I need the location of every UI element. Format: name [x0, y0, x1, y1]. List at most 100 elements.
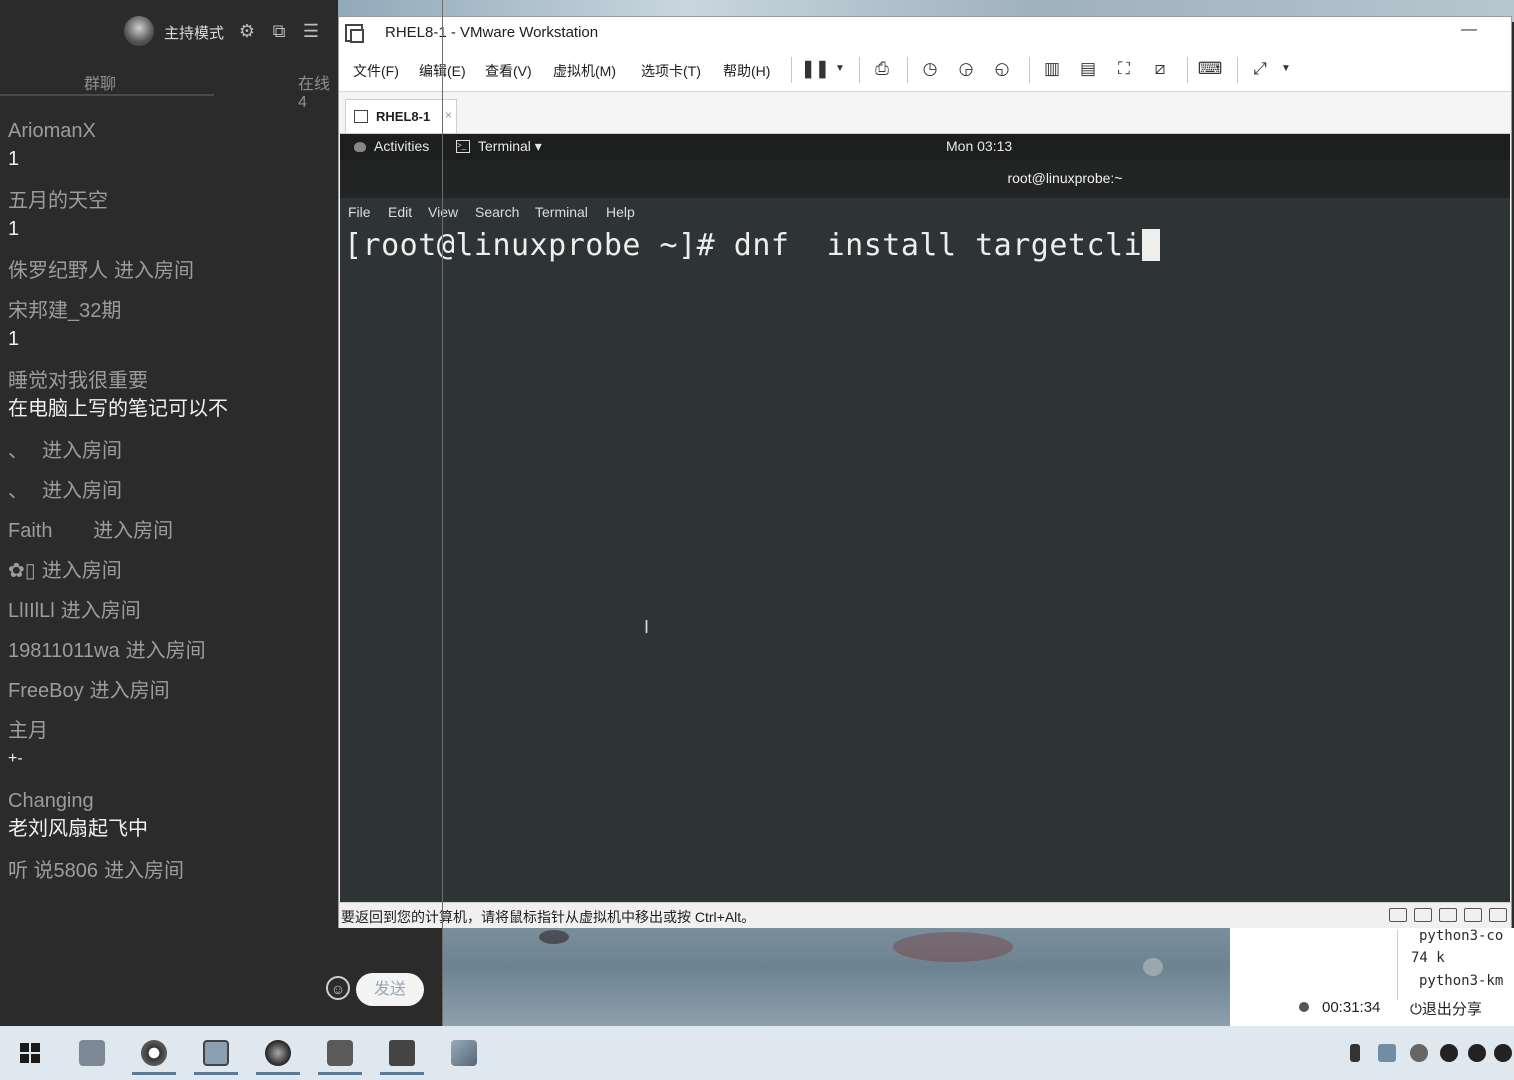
qq-icon[interactable] — [1468, 1044, 1486, 1062]
taskbar-app[interactable] — [312, 1031, 368, 1075]
menu-search[interactable]: Search — [475, 204, 519, 220]
snapshot-icon[interactable]: ◷ — [917, 57, 943, 81]
chat-tabs: 群聊 在线4 — [0, 62, 338, 111]
start-button[interactable] — [2, 1031, 58, 1075]
pause-icon[interactable]: ❚❚ — [801, 57, 830, 81]
chevron-down-icon[interactable]: ▼ — [827, 57, 853, 81]
menu-icon[interactable]: ☰ — [300, 20, 322, 42]
menu-tabs[interactable]: 选项卡(T) — [641, 61, 701, 81]
list-item: Changing 老刘风扇起飞中 — [8, 788, 328, 844]
sidebar-toggle-icon[interactable]: ▥ — [1039, 57, 1065, 81]
snapshot-manager-icon[interactable]: ◵ — [989, 57, 1015, 81]
clock[interactable]: Mon 03:13 — [946, 138, 1012, 154]
list-item: 、进入房间 — [8, 478, 328, 504]
menu-file[interactable]: 文件(F) — [353, 61, 399, 81]
menu-terminal[interactable]: Terminal — [535, 204, 588, 220]
unity-icon[interactable]: ⧄ — [1147, 57, 1173, 81]
mouse-ibeam-icon: I — [644, 617, 650, 637]
taskbar-chrome[interactable] — [126, 1031, 182, 1075]
taskbar-vmware[interactable] — [188, 1031, 244, 1075]
fullscreen-icon[interactable]: ⛶ — [1111, 57, 1137, 81]
list-item: 听 说5806 进入房间 — [8, 858, 328, 884]
message-text: 在电脑上写的笔记可以不 — [8, 398, 228, 420]
sender-name: Changing — [8, 790, 94, 812]
guest-screen[interactable]: Activities >_ Terminal ▾ Mon 03:13 root@… — [340, 134, 1510, 902]
thumbnail-bar-icon[interactable]: ▤ — [1075, 57, 1101, 81]
menu-help[interactable]: Help — [606, 204, 635, 220]
exit-share-button[interactable]: ⏻退出分享 — [1410, 998, 1482, 1019]
close-icon[interactable]: × — [445, 108, 452, 122]
usb-icon[interactable] — [1464, 908, 1482, 922]
settings-icon[interactable]: ⚙ — [236, 20, 258, 42]
qq-icon[interactable] — [1410, 1044, 1428, 1062]
menu-vm[interactable]: 虚拟机(M) — [553, 61, 616, 81]
network-icon[interactable] — [1439, 908, 1457, 922]
sender-name: 五月的天空 — [8, 190, 108, 212]
minimize-icon[interactable]: — — [1461, 21, 1477, 39]
windows-icon — [20, 1043, 40, 1063]
sender-name: 侏罗纪野人 — [8, 260, 108, 282]
list-item: 五月的天空 1 — [8, 188, 328, 244]
send-keys-icon[interactable]: ⎙ — [869, 57, 895, 81]
menubar: 文件(F) 编辑(E) 查看(V) 虚拟机(M) 选项卡(T) 帮助(H) ❚❚… — [339, 49, 1511, 92]
taskbar-app[interactable] — [436, 1031, 492, 1075]
menu-edit[interactable]: Edit — [388, 204, 412, 220]
divider — [1397, 930, 1398, 1000]
taskbar-app[interactable] — [250, 1031, 306, 1075]
package-line: 74 k — [1411, 950, 1445, 966]
vmware-logo-icon — [345, 24, 364, 43]
text-cursor — [1142, 229, 1161, 261]
join-notice: 进入房间 — [125, 640, 206, 662]
vm-tab-strip: RHEL8-1 × — [339, 93, 1511, 134]
cdrom-icon[interactable] — [1414, 908, 1432, 922]
menu-file[interactable]: File — [348, 204, 371, 220]
revert-snapshot-icon[interactable]: ◶ — [953, 57, 979, 81]
terminal-app-menu[interactable]: Terminal ▾ — [478, 138, 542, 155]
message-text: 1 — [8, 148, 20, 170]
recording-icon — [1299, 1002, 1309, 1012]
tab-online[interactable]: 在线4 — [298, 70, 338, 112]
join-notice: 进入房间 — [60, 600, 141, 622]
host-mode-label[interactable]: 主持模式 — [164, 22, 224, 43]
menu-help[interactable]: 帮助(H) — [723, 61, 770, 81]
vm-icon — [354, 110, 368, 123]
stretch-icon[interactable]: ⤢ — [1247, 57, 1273, 81]
taskbar-app[interactable] — [374, 1031, 430, 1075]
chevron-down-icon[interactable]: ▼ — [1273, 57, 1299, 81]
external-link-icon[interactable]: ⧉ — [268, 20, 290, 42]
menu-view[interactable]: View — [428, 204, 458, 220]
tab-group-chat[interactable]: 群聊 — [84, 70, 116, 94]
avatar[interactable] — [124, 16, 154, 46]
tab-rhel8-1[interactable]: RHEL8-1 × — [345, 99, 457, 133]
sender-name: 宋邦建_32期 — [8, 300, 122, 322]
package-line: python3-km — [1419, 973, 1504, 989]
message-text: 1 — [8, 328, 20, 350]
send-button[interactable]: 发送 — [356, 973, 424, 1006]
terminal-icon: >_ — [456, 140, 470, 153]
activities-button[interactable]: Activities — [374, 138, 429, 154]
sound-icon[interactable] — [1489, 908, 1507, 922]
media-icon — [265, 1040, 291, 1066]
sender-name: AriomanX — [8, 120, 96, 142]
share-timer: 00:31:34 — [1322, 999, 1381, 1016]
folder-icon — [79, 1040, 105, 1066]
microphone-icon[interactable] — [1350, 1044, 1360, 1062]
window-titlebar: RHEL8-1 - VMware Workstation — — [339, 17, 1511, 49]
terminal-body[interactable]: [root@linuxprobe ~]# dnf install targetc… — [344, 228, 1510, 902]
window-edge-line — [442, 0, 443, 1026]
console-view-icon[interactable]: ⌨ — [1197, 57, 1223, 81]
status-bar: 要返回到您的计算机，请将鼠标指针从虚拟机中移出或按 Ctrl+Alt。 — [339, 902, 1511, 928]
terminal-menubar: File Edit View Search Terminal Help — [340, 198, 1510, 228]
qq-icon[interactable] — [1494, 1044, 1512, 1062]
join-notice: 进入房间 — [89, 680, 170, 702]
network-tray-icon[interactable] — [1378, 1044, 1396, 1062]
menu-view[interactable]: 查看(V) — [485, 61, 532, 81]
taskbar — [0, 1026, 1514, 1080]
join-notice: 进入房间 — [41, 560, 122, 582]
taskbar-explorer[interactable] — [64, 1031, 120, 1075]
sender-name: 、 — [8, 480, 28, 502]
qq-icon[interactable] — [1440, 1044, 1458, 1062]
hdd-icon[interactable] — [1389, 908, 1407, 922]
sender-name: Faith — [8, 520, 70, 542]
emoji-icon[interactable]: ☺ — [326, 976, 350, 1000]
